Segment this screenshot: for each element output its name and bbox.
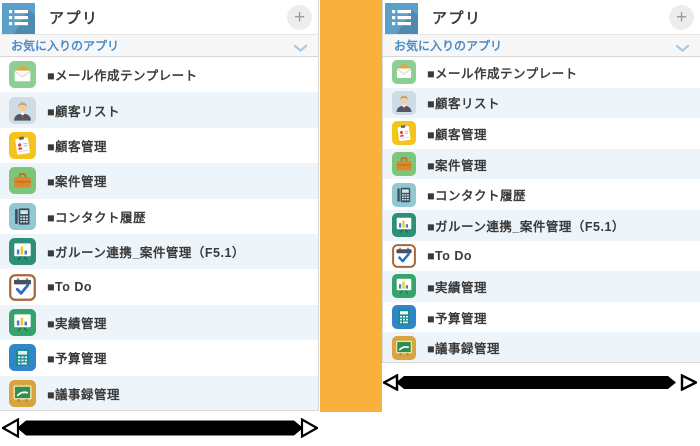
app-list-item[interactable]: ■予算管理 bbox=[383, 302, 700, 333]
app-label: ■実績管理 bbox=[47, 313, 107, 332]
mail-icon bbox=[392, 60, 416, 84]
calculator-icon bbox=[392, 305, 416, 329]
person-icon bbox=[9, 97, 36, 124]
briefcase-icon bbox=[9, 167, 36, 194]
app-panel-right: アプリ + お気に入りのアプリ ■メール作成テンプレート■顧客リスト■顧客管理■… bbox=[382, 0, 700, 363]
app-list-item[interactable]: ■To Do bbox=[383, 241, 700, 272]
app-label: ■案件管理 bbox=[427, 155, 487, 174]
person-icon bbox=[392, 91, 416, 115]
chart-green-icon bbox=[392, 274, 416, 298]
calculator-icon bbox=[9, 344, 36, 371]
favorites-section-header[interactable]: お気に入りのアプリ bbox=[0, 35, 318, 57]
favorites-label: お気に入りのアプリ bbox=[11, 37, 119, 54]
orange-divider bbox=[320, 0, 382, 412]
app-label: ■議事録管理 bbox=[47, 384, 120, 403]
app-label: ■To Do bbox=[427, 249, 472, 263]
app-label: ■ガルーン連携_案件管理（F5.1） bbox=[427, 216, 625, 235]
app-label: ■ガルーン連携_案件管理（F5.1） bbox=[47, 242, 245, 261]
app-list-item[interactable]: ■コンタクト履歴 bbox=[383, 179, 700, 210]
mail-icon bbox=[9, 61, 36, 88]
app-list-item[interactable]: ■ガルーン連携_案件管理（F5.1） bbox=[0, 234, 318, 269]
app-label: ■顧客管理 bbox=[47, 136, 107, 155]
app-list-item[interactable]: ■案件管理 bbox=[0, 163, 318, 198]
app-list-item[interactable]: ■To Do bbox=[0, 269, 318, 304]
app-label: ■コンタクト履歴 bbox=[47, 207, 146, 226]
app-label: ■顧客リスト bbox=[427, 93, 500, 112]
chart-dark-icon bbox=[392, 213, 416, 237]
phone-icon bbox=[9, 203, 36, 230]
clipboard-icon bbox=[392, 121, 416, 145]
app-label: ■コンタクト履歴 bbox=[427, 185, 526, 204]
app-label: ■案件管理 bbox=[47, 171, 107, 190]
app-list-item[interactable]: ■コンタクト履歴 bbox=[0, 199, 318, 234]
app-list: ■メール作成テンプレート ■顧客リスト ■顧客管理 ■案件管理 ■コンタクト履歴 ■ガルー… bbox=[0, 57, 318, 411]
todo-icon bbox=[392, 244, 416, 268]
app-list-item[interactable]: ■実績管理 bbox=[383, 271, 700, 302]
panel-header: アプリ + bbox=[383, 0, 700, 35]
app-label: ■実績管理 bbox=[427, 277, 487, 296]
phone-icon bbox=[392, 183, 416, 207]
chart-green-icon bbox=[9, 309, 36, 336]
todo-icon bbox=[9, 274, 36, 301]
app-label: ■議事録管理 bbox=[427, 338, 500, 357]
page-title: アプリ bbox=[432, 7, 482, 28]
favorites-label: お気に入りのアプリ bbox=[394, 37, 502, 54]
app-list-item[interactable]: ■議事録管理 bbox=[0, 376, 318, 411]
chevron-down-icon bbox=[293, 41, 308, 51]
add-app-button[interactable]: + bbox=[287, 5, 312, 30]
chevron-down-icon bbox=[675, 41, 690, 51]
app-menu-icon[interactable] bbox=[385, 3, 418, 34]
redaction-bar bbox=[383, 374, 697, 391]
clipboard-icon bbox=[9, 132, 36, 159]
app-list-item[interactable]: ■ガルーン連携_案件管理（F5.1） bbox=[383, 210, 700, 241]
panel-header: アプリ + bbox=[0, 0, 318, 35]
app-label: ■メール作成テンプレート bbox=[427, 63, 578, 82]
chart-dark-icon bbox=[9, 238, 36, 265]
app-label: ■顧客管理 bbox=[427, 124, 487, 143]
app-label: ■顧客リスト bbox=[47, 101, 120, 120]
app-panel-left: アプリ + お気に入りのアプリ ■メール作成テンプレート■顧客リスト■顧客管理■… bbox=[0, 0, 319, 411]
app-list-item[interactable]: ■顧客リスト bbox=[0, 92, 318, 127]
app-menu-icon[interactable] bbox=[2, 3, 35, 34]
board-icon bbox=[392, 336, 416, 360]
app-list-item[interactable]: ■予算管理 bbox=[0, 340, 318, 375]
app-list-item[interactable]: ■顧客リスト bbox=[383, 88, 700, 119]
app-label: ■予算管理 bbox=[47, 348, 107, 367]
app-list-item[interactable]: ■実績管理 bbox=[0, 305, 318, 340]
redaction-bar bbox=[2, 418, 318, 438]
page-title: アプリ bbox=[49, 7, 99, 28]
app-label: ■To Do bbox=[47, 280, 92, 294]
app-list-item[interactable]: ■顧客管理 bbox=[0, 128, 318, 163]
favorites-section-header[interactable]: お気に入りのアプリ bbox=[383, 35, 700, 57]
app-list: ■メール作成テンプレート ■顧客リスト ■顧客管理 ■案件管理 ■コンタクト履歴 ■ガルー… bbox=[383, 57, 700, 363]
app-label: ■予算管理 bbox=[427, 308, 487, 327]
app-list-item[interactable]: ■顧客管理 bbox=[383, 118, 700, 149]
add-app-button[interactable]: + bbox=[669, 5, 694, 30]
briefcase-icon bbox=[392, 152, 416, 176]
app-label: ■メール作成テンプレート bbox=[47, 65, 198, 84]
app-list-item[interactable]: ■メール作成テンプレート bbox=[0, 57, 318, 92]
app-list-item[interactable]: ■案件管理 bbox=[383, 149, 700, 180]
board-icon bbox=[9, 380, 36, 407]
app-list-item[interactable]: ■メール作成テンプレート bbox=[383, 57, 700, 88]
app-list-item[interactable]: ■議事録管理 bbox=[383, 332, 700, 363]
